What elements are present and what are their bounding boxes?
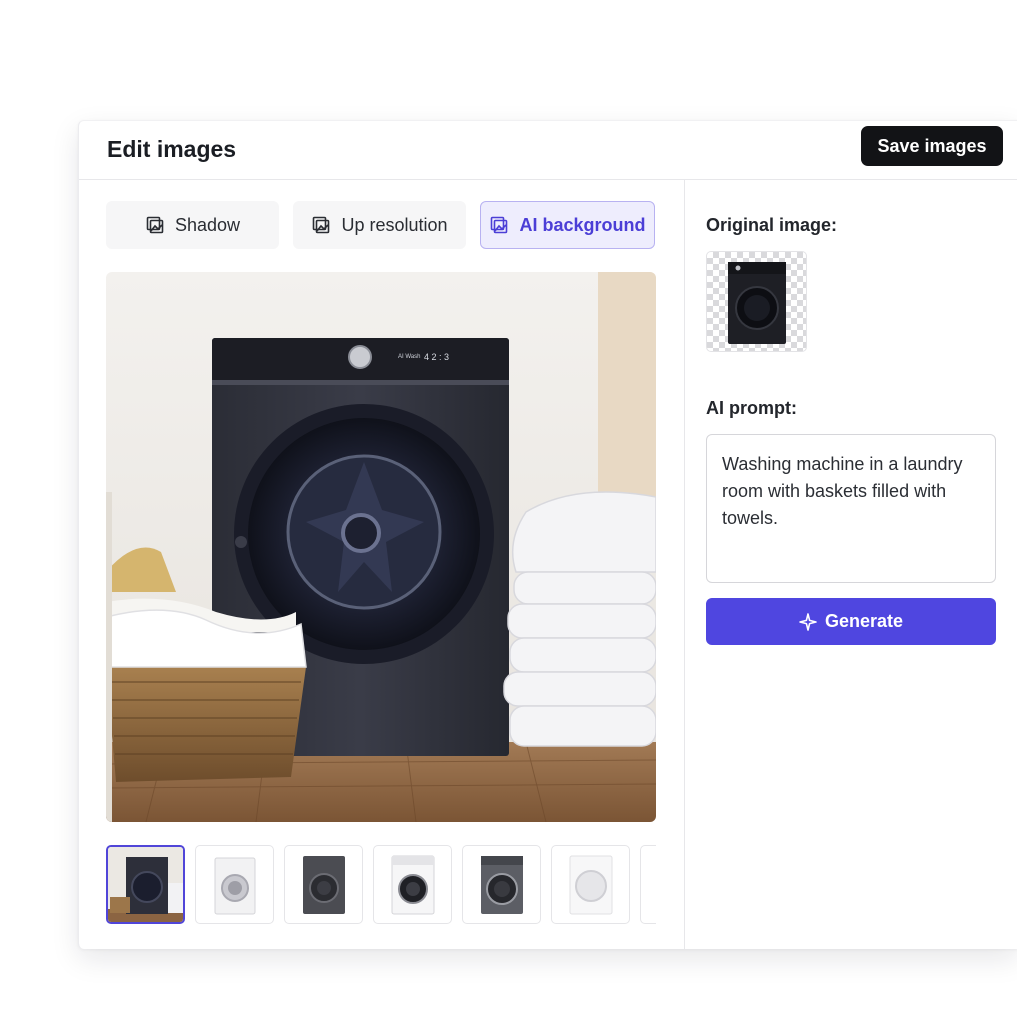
sparkle-icon <box>799 612 817 631</box>
thumbnail-item[interactable] <box>640 845 656 924</box>
thumbnail-image <box>303 856 345 914</box>
tab-label: Shadow <box>174 214 241 235</box>
laundry-room-image: AI Wash 4 2 : 3 <box>106 272 656 822</box>
thumbnail-item[interactable] <box>462 845 541 924</box>
thumbnail-image <box>214 857 256 915</box>
tab-up-resolution[interactable]: Up resolution <box>293 201 466 249</box>
original-image <box>728 262 786 344</box>
image-edit-icon <box>146 216 164 234</box>
tab-shadow[interactable]: Shadow <box>106 201 279 249</box>
svg-text:AI Wash: AI Wash <box>398 354 420 360</box>
panel-header: Edit images Save images <box>79 121 1017 180</box>
tab-label: AI background <box>519 214 646 235</box>
tab-label: Up resolution <box>341 214 448 235</box>
ai-prompt-input[interactable]: Washing machine in a laundry room with b… <box>706 434 996 583</box>
original-image-label: Original image: <box>706 215 838 235</box>
thumbnail-image <box>108 847 183 922</box>
ai-prompt-label: AI prompt: <box>706 398 797 418</box>
image-edit-icon <box>313 216 330 234</box>
thumbnail-item[interactable] <box>106 845 185 924</box>
tab-ai-background[interactable]: AI background <box>480 201 655 249</box>
generate-button[interactable]: Generate <box>706 598 996 645</box>
image-edit-icon <box>491 216 508 234</box>
thumbnail-image <box>569 855 613 915</box>
image-preview: AI Wash 4 2 : 3 <box>106 272 656 822</box>
thumbnail-item[interactable] <box>195 845 274 924</box>
original-image-thumbnail <box>706 251 807 352</box>
thumbnail-strip <box>106 845 656 925</box>
thumbnail-item[interactable] <box>551 845 630 924</box>
thumbnail-item[interactable] <box>373 845 452 924</box>
thumbnail-item[interactable] <box>284 845 363 924</box>
page-title: Edit images <box>107 136 237 162</box>
edit-images-panel: Edit images Save images Shadow Up resolu… <box>78 120 1017 949</box>
svg-text:4 2 : 3: 4 2 : 3 <box>424 352 449 362</box>
save-images-button[interactable]: Save images <box>861 126 1003 166</box>
thumbnail-image <box>391 855 435 915</box>
thumbnail-image <box>481 856 523 914</box>
column-divider <box>684 179 685 949</box>
generate-label: Generate <box>824 611 904 631</box>
